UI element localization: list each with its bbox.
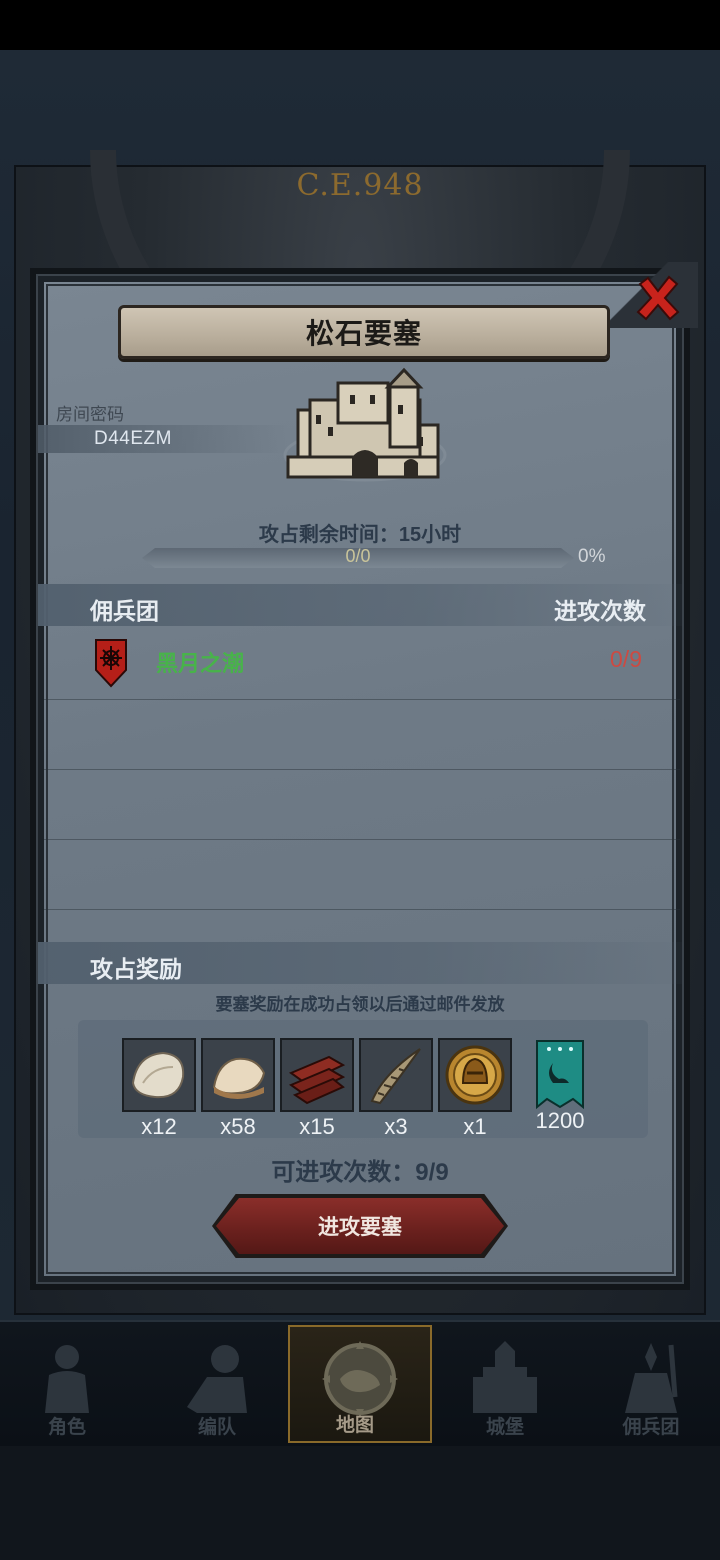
empty-row xyxy=(44,840,680,910)
nav-label: 城堡 xyxy=(485,1417,524,1438)
nav-label: 佣兵团 xyxy=(622,1417,680,1438)
time-remaining: 攻占剩余时间：15小时 xyxy=(258,524,462,546)
room-code-label: 房间密码 xyxy=(56,405,124,424)
attacks-left: 可进攻次数：9/9 xyxy=(271,1159,449,1186)
formation-icon xyxy=(187,1345,247,1413)
mercenary-header-label: 佣兵团 xyxy=(90,598,159,624)
reward-item[interactable]: x15 xyxy=(280,1038,354,1146)
map-compass-icon xyxy=(322,1341,398,1417)
castle-icon xyxy=(473,1341,537,1413)
knight-coin-icon xyxy=(445,1045,505,1105)
guild-attack-count: 0/9 xyxy=(610,646,642,672)
reward-item[interactable]: 1200 xyxy=(523,1038,597,1146)
dialog-title: 松石要塞 xyxy=(305,318,422,349)
mercenary-icon xyxy=(625,1343,678,1413)
nav-item-mercenary[interactable]: 佣兵团 xyxy=(586,1325,716,1443)
nav-item-castle[interactable]: 城堡 xyxy=(440,1325,570,1443)
empty-row xyxy=(44,770,680,840)
reward-item[interactable]: x12 xyxy=(122,1038,196,1146)
reward-slot xyxy=(280,1038,354,1112)
fortress-icon xyxy=(283,367,447,482)
reward-qty: x1 xyxy=(463,1114,487,1139)
close-icon xyxy=(636,275,680,321)
reward-qty: x15 xyxy=(299,1114,335,1139)
reward-slot xyxy=(438,1038,512,1112)
guild-shield-icon xyxy=(95,639,127,688)
nav-label: 地图 xyxy=(335,1415,374,1436)
attack-count-header-label: 进攻次数 xyxy=(554,598,646,624)
year-label: C.E.948 xyxy=(296,168,424,203)
mercenary-row[interactable]: 黑月之潮 0/9 xyxy=(44,630,680,700)
nav-item-formation[interactable]: 编队 xyxy=(152,1325,282,1443)
progress-percent: 0% xyxy=(578,546,606,567)
room-code[interactable]: D44EZM xyxy=(38,425,288,453)
reward-item[interactable]: x3 xyxy=(359,1038,433,1146)
reward-slot xyxy=(523,1038,597,1112)
empty-row xyxy=(44,700,680,770)
reward-slot xyxy=(122,1038,196,1112)
title-banner: 松石要塞 xyxy=(118,305,610,359)
close-button[interactable] xyxy=(630,270,686,326)
reward-slot xyxy=(201,1038,275,1112)
character-icon xyxy=(45,1345,89,1413)
attack-fortress-button[interactable]: 进攻要塞 xyxy=(216,1198,504,1254)
reward-slot xyxy=(359,1038,433,1112)
nav-item-character[interactable]: 角色 xyxy=(2,1325,132,1443)
reward-qty: x3 xyxy=(384,1114,408,1139)
banner-icon xyxy=(536,1040,584,1110)
reward-qty: x12 xyxy=(141,1114,177,1139)
mercenary-section-header: 佣兵团 进攻次数 xyxy=(38,584,682,626)
status-bar xyxy=(0,0,720,50)
reward-section-header: 攻占奖励 xyxy=(38,942,682,984)
wood-planks-icon xyxy=(288,1055,346,1105)
nav-label: 编队 xyxy=(197,1417,236,1438)
horn-icon xyxy=(370,1048,421,1105)
reward-note: 要塞奖励在成功占领以后通过邮件发放 xyxy=(215,995,505,1014)
system-nav-area xyxy=(0,1446,720,1560)
fur-pelt-icon xyxy=(131,1051,185,1099)
guild-name: 黑月之潮 xyxy=(156,651,245,676)
fur-hide-icon xyxy=(212,1057,266,1099)
reward-item[interactable]: x58 xyxy=(201,1038,275,1146)
reward-header-label: 攻占奖励 xyxy=(90,956,182,982)
nav-item-map[interactable]: 地图 xyxy=(288,1325,432,1443)
progress-value: 0/0 xyxy=(345,546,371,566)
attack-button-label: 进攻要塞 xyxy=(318,1216,402,1239)
reward-item[interactable]: x1 xyxy=(438,1038,512,1146)
reward-qty: x58 xyxy=(220,1114,256,1139)
nav-label: 角色 xyxy=(47,1417,86,1438)
reward-qty: 1200 xyxy=(535,1108,585,1133)
